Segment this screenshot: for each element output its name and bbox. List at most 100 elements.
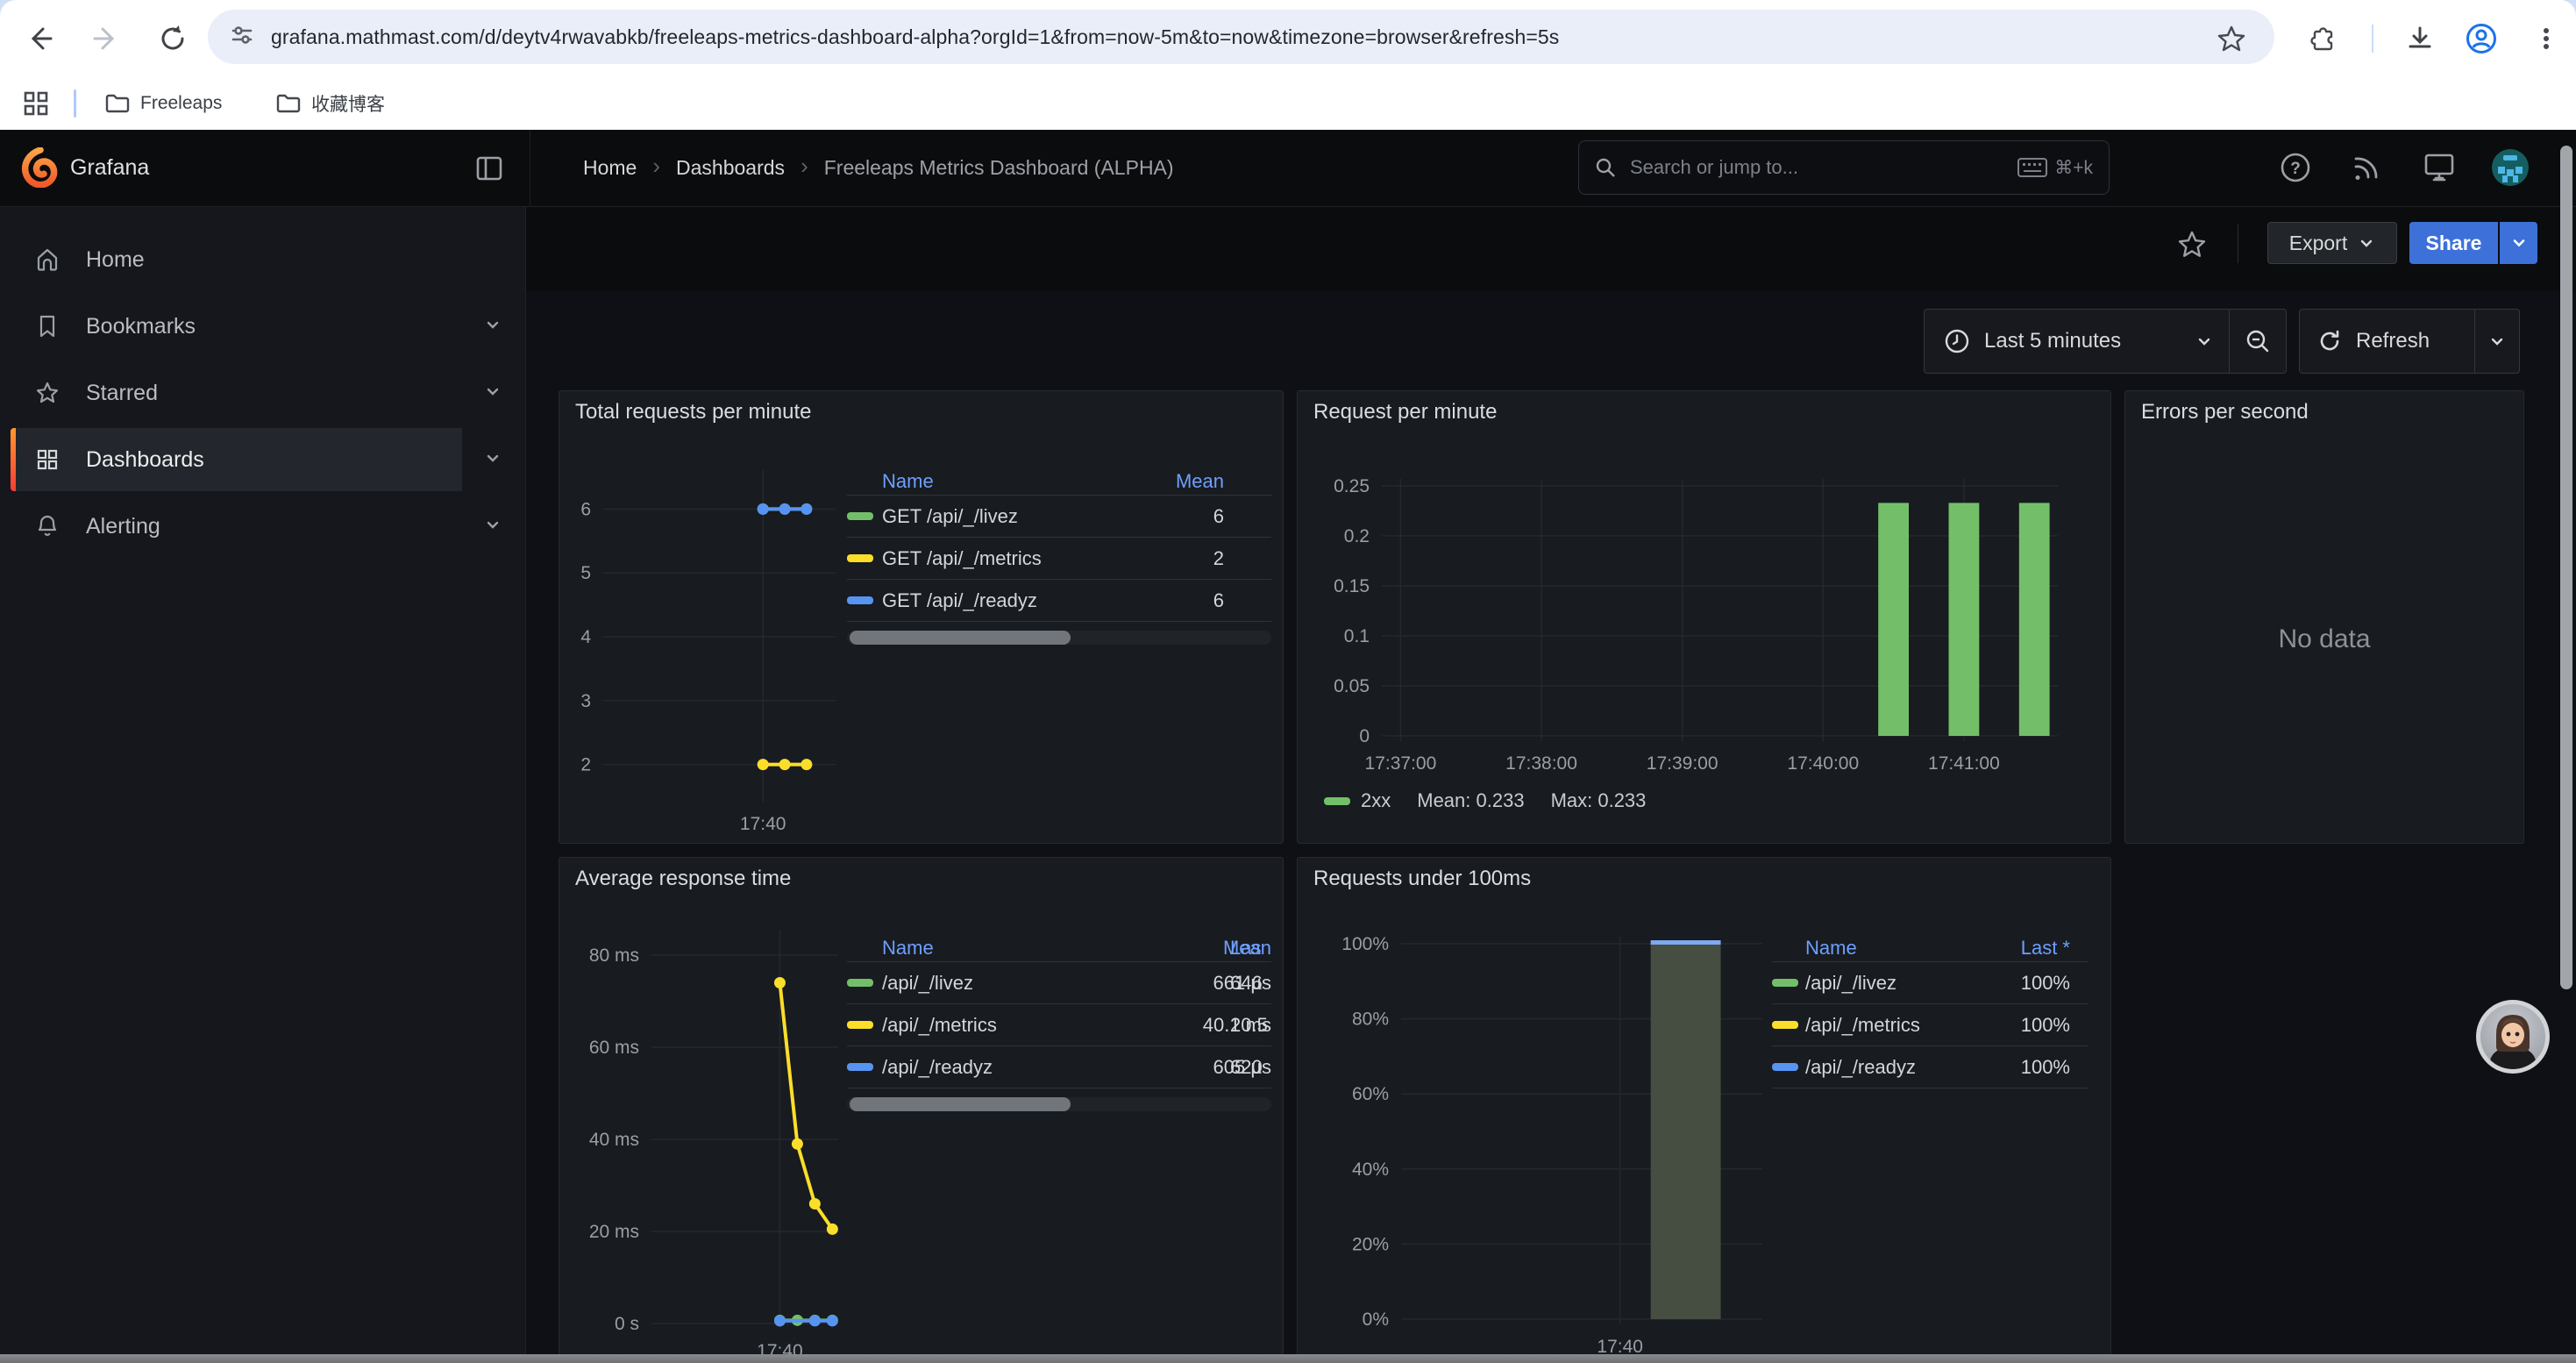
forward-icon[interactable] [89,21,124,56]
legend-row[interactable]: GET /api/_/livez 6 [847,496,1271,538]
folder-icon [105,93,130,114]
sidebar-item-label: Bookmarks [86,314,483,339]
svg-text:17:40: 17:40 [740,814,786,834]
sidebar: Home Bookmarks Starred Dashboards Alerti… [0,207,526,1354]
legend-row[interactable]: GET /api/_/readyz 6 [847,580,1271,622]
monitor-icon[interactable] [2417,146,2461,189]
series-swatch [1772,1021,1798,1029]
grafana-header: Grafana Home › Dashboards › Freeleaps Me… [0,130,2576,207]
apps-grid-icon[interactable] [22,89,50,122]
svg-text:0.15: 0.15 [1334,576,1370,596]
legend-row[interactable]: GET /api/_/metrics 2 [847,538,1271,580]
zoom-out-icon [2245,328,2271,354]
panel-title[interactable]: Errors per second [2141,400,2309,425]
browser-menu-icon[interactable] [2529,21,2564,56]
clock-icon [1944,328,1970,354]
back-icon[interactable] [22,21,57,56]
bar-chart[interactable]: 100%80%60%40%20%0%17:40 [1298,858,2111,1363]
floating-assistant-avatar[interactable] [2476,1000,2550,1074]
svg-text:0.05: 0.05 [1334,676,1370,696]
help-icon[interactable]: ? [2274,146,2317,189]
legend-row[interactable]: /api/_/readyz 605 µs 620 [847,1046,1271,1088]
chevron-down-icon[interactable] [483,515,502,539]
chevron-down-icon[interactable] [483,315,502,339]
bookmark-folder-blogs[interactable]: 收藏博客 [276,88,385,119]
time-range-label: Last 5 minutes [1984,329,2121,353]
svg-text:0: 0 [1359,726,1370,746]
star-icon [35,381,60,405]
legend-scrollbar[interactable] [847,1097,1271,1111]
share-menu-button[interactable] [2500,222,2537,264]
series-swatch [847,512,873,520]
sidebar-item-alerting[interactable]: Alerting [11,495,515,558]
svg-text:4: 4 [580,627,591,647]
bookmark-icon [35,314,60,339]
search-field[interactable] [1628,155,2005,180]
window-bottom-edge [0,1354,2576,1363]
refresh-button[interactable]: Refresh [2300,329,2474,353]
svg-text:100%: 100% [1341,934,1389,954]
legend-row[interactable]: /api/_/livez 661 µs 646 [847,962,1271,1004]
panel-request-per-minute: Request per minute 0.250.20.150.10.05017… [1297,390,2111,844]
news-feed-icon[interactable] [2345,146,2389,189]
legend-row[interactable]: /api/_/livez 100% [1772,962,2088,1004]
legend-row[interactable]: /api/_/metrics 40.1 ms 20.5 r [847,1004,1271,1046]
url-bar[interactable]: grafana.mathmast.com/d/deytv4rwavabkb/fr… [208,10,2274,64]
bookmark-folder-freeleaps[interactable]: Freeleaps [105,88,222,119]
series-swatch [847,554,873,562]
svg-text:0.1: 0.1 [1344,626,1370,646]
svg-text:17:40:00: 17:40:00 [1787,753,1859,774]
svg-text:17:39:00: 17:39:00 [1647,753,1719,774]
breadcrumb-dashboards[interactable]: Dashboards [676,156,785,180]
grafana-logo[interactable] [19,147,60,192]
chevron-down-icon[interactable] [483,382,502,405]
series-swatch [1772,1063,1798,1071]
panel-errors-per-second: Errors per second No data [2124,390,2524,844]
sidebar-item-bookmarks[interactable]: Bookmarks [11,295,515,358]
user-avatar[interactable] [2488,146,2532,189]
breadcrumb-home[interactable]: Home [583,156,637,180]
refresh-icon [2317,329,2342,353]
dock-menu-icon[interactable] [473,153,505,189]
sidebar-item-dashboards[interactable]: Dashboards [11,428,515,491]
site-settings-icon[interactable] [231,24,253,51]
legend-scrollbar[interactable] [847,631,1271,645]
screenshot-root: grafana.mathmast.com/d/deytv4rwavabkb/fr… [0,0,2576,1363]
legend-header: NameLast * [1772,935,2088,962]
sidebar-item-home[interactable]: Home [11,228,515,291]
svg-text:?: ? [2290,160,2301,178]
zoom-out-button[interactable] [2230,310,2286,373]
series-swatch [1772,979,1798,987]
svg-text:0%: 0% [1363,1309,1389,1330]
bell-icon [35,514,60,539]
extensions-icon[interactable] [2304,21,2339,56]
export-button[interactable]: Export [2267,222,2397,264]
no-data-message: No data [2125,624,2523,654]
profile-icon[interactable] [2464,21,2499,56]
series-swatch [847,979,873,987]
download-icon[interactable] [2402,21,2437,56]
brand-name: Grafana [70,130,149,206]
search-input[interactable]: ⌘+k [1578,140,2110,195]
panel-requests-under-100ms: Requests under 100ms 100%80%60%40%20%0%1… [1297,857,2111,1363]
reload-icon[interactable] [155,21,190,56]
bar-chart[interactable]: 0.250.20.150.10.05017:37:0017:38:0017:39… [1298,391,2111,844]
svg-text:60 ms: 60 ms [589,1038,639,1058]
share-button[interactable]: Share [2409,222,2498,264]
legend-row[interactable]: /api/_/metrics 100% [1772,1004,2088,1046]
bookmark-star-icon[interactable] [2214,21,2249,56]
chevron-down-icon [2358,234,2375,252]
legend-header: NameMean Las [847,935,1271,962]
refresh-interval-button[interactable] [2475,310,2519,373]
legend-inline[interactable]: 2xx Mean: 0.233 Max: 0.233 [1324,788,1646,814]
chevron-down-icon[interactable] [483,448,502,472]
svg-text:6: 6 [580,499,591,519]
sidebar-item-starred[interactable]: Starred [11,361,515,425]
chevron-down-icon [2195,332,2213,350]
breadcrumb-current: Freeleaps Metrics Dashboard (ALPHA) [824,156,1174,180]
legend-row[interactable]: /api/_/readyz 100% [1772,1046,2088,1088]
favorite-star-icon[interactable] [2176,229,2208,265]
page-scrollbar[interactable] [2560,146,2572,989]
bookmarks-divider [74,89,76,118]
time-range-picker[interactable]: Last 5 minutes [1925,328,2229,354]
